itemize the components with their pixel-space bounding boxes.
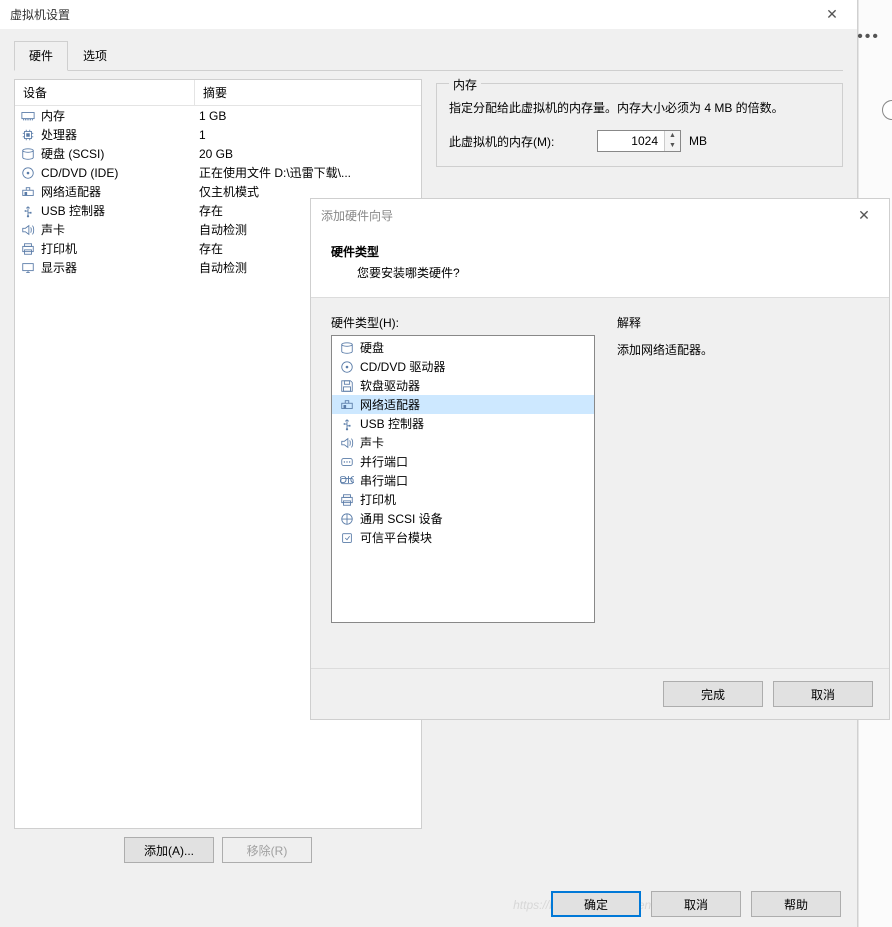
memory-unit: MB [689, 134, 707, 148]
hardware-type-item[interactable]: 可信平台模块 [332, 528, 594, 547]
hardware-type-label: 串行端口 [356, 472, 408, 489]
wizard-footer: 完成 取消 [311, 668, 889, 719]
device-summary: 正在使用文件 D:\迅雷下载\... [195, 164, 417, 181]
hardware-type-label: USB 控制器 [356, 415, 424, 432]
device-row[interactable]: 硬盘 (SCSI)20 GB [15, 144, 421, 163]
tpm-icon [338, 531, 356, 545]
device-row[interactable]: 内存1 GB [15, 106, 421, 125]
scsi-icon [338, 512, 356, 526]
wizard-titlebar: 添加硬件向导 ✕ [311, 199, 889, 231]
memory-spinner[interactable]: ▲▼ [597, 130, 681, 152]
hardware-type-label: 可信平台模块 [356, 529, 432, 546]
tab-hardware[interactable]: 硬件 [14, 41, 68, 71]
sound-icon [338, 436, 356, 450]
ok-button[interactable]: 确定 [551, 891, 641, 917]
wizard-close-icon[interactable]: ✕ [849, 207, 879, 224]
memory-input[interactable] [598, 131, 664, 151]
usb-icon [19, 204, 37, 218]
device-row[interactable]: CD/DVD (IDE)正在使用文件 D:\迅雷下载\... [15, 163, 421, 182]
explain-label: 解释 [617, 314, 869, 331]
spinner-down-icon[interactable]: ▼ [665, 141, 680, 151]
wizard-cancel-button[interactable]: 取消 [773, 681, 873, 707]
device-name: 处理器 [37, 126, 195, 143]
titlebar: 虚拟机设置 ✕ [0, 0, 857, 30]
device-name: 网络适配器 [37, 183, 195, 200]
explain-text: 添加网络适配器。 [617, 341, 869, 358]
memory-description: 指定分配给此虚拟机的内存量。内存大小必须为 4 MB 的倍数。 [449, 99, 830, 118]
hardware-type-item[interactable]: 串行端口 [332, 471, 594, 490]
hardware-type-item[interactable]: USB 控制器 [332, 414, 594, 433]
serial-icon [338, 474, 356, 488]
hardware-type-label: 硬件类型(H): [331, 314, 595, 331]
hardware-type-label: 声卡 [356, 434, 384, 451]
hardware-type-label: 网络适配器 [356, 396, 420, 413]
add-device-button[interactable]: 添加(A)... [124, 837, 214, 863]
usb-icon [338, 417, 356, 431]
device-name: USB 控制器 [37, 202, 195, 219]
close-icon[interactable]: ✕ [817, 6, 847, 23]
printer-icon [338, 493, 356, 507]
display-icon [19, 261, 37, 275]
disk-icon [19, 147, 37, 161]
disk-icon [338, 341, 356, 355]
cancel-button[interactable]: 取消 [651, 891, 741, 917]
device-list-header: 设备 摘要 [15, 80, 421, 106]
memory-fieldset: 内存 指定分配给此虚拟机的内存量。内存大小必须为 4 MB 的倍数。 此虚拟机的… [436, 83, 843, 167]
net-icon [338, 398, 356, 412]
wizard-header: 硬件类型 您要安装哪类硬件? [311, 231, 889, 298]
cpu-icon [19, 128, 37, 142]
net-icon [19, 185, 37, 199]
hardware-type-label: 打印机 [356, 491, 396, 508]
refresh-icon[interactable] [882, 100, 892, 120]
device-name: CD/DVD (IDE) [37, 166, 195, 180]
device-name: 内存 [37, 107, 195, 124]
memory-field-label: 此虚拟机的内存(M): [449, 133, 589, 150]
printer-icon [19, 242, 37, 256]
tabs: 硬件 选项 [14, 40, 843, 71]
cd-icon [338, 360, 356, 374]
help-button[interactable]: 帮助 [751, 891, 841, 917]
window-title: 虚拟机设置 [10, 6, 817, 23]
floppy-icon [338, 379, 356, 393]
remove-device-button[interactable]: 移除(R) [222, 837, 312, 863]
spinner-up-icon[interactable]: ▲ [665, 131, 680, 141]
hardware-type-item[interactable]: 并行端口 [332, 452, 594, 471]
hardware-type-item[interactable]: 通用 SCSI 设备 [332, 509, 594, 528]
wizard-subheading: 您要安装哪类硬件? [331, 264, 869, 281]
device-name: 打印机 [37, 240, 195, 257]
hardware-type-label: 软盘驱动器 [356, 377, 420, 394]
device-name: 硬盘 (SCSI) [37, 145, 195, 162]
device-name: 显示器 [37, 259, 195, 276]
wizard-title: 添加硬件向导 [321, 207, 849, 224]
header-device[interactable]: 设备 [15, 80, 195, 105]
wizard-heading: 硬件类型 [331, 243, 869, 260]
hardware-type-label: 并行端口 [356, 453, 408, 470]
hardware-type-item[interactable]: 打印机 [332, 490, 594, 509]
device-name: 声卡 [37, 221, 195, 238]
hardware-type-label: 硬盘 [356, 339, 384, 356]
device-row[interactable]: 处理器1 [15, 125, 421, 144]
hardware-type-item[interactable]: 声卡 [332, 433, 594, 452]
tab-options[interactable]: 选项 [68, 41, 122, 71]
hardware-type-label: CD/DVD 驱动器 [356, 358, 445, 375]
wizard-finish-button[interactable]: 完成 [663, 681, 763, 707]
parallel-icon [338, 455, 356, 469]
hardware-type-item[interactable]: 硬盘 [332, 338, 594, 357]
dialog-footer: 确定 取消 帮助 [551, 891, 841, 917]
hardware-type-label: 通用 SCSI 设备 [356, 510, 443, 527]
device-summary: 1 GB [195, 109, 417, 123]
memory-icon [19, 109, 37, 123]
hardware-type-list[interactable]: 硬盘 CD/DVD 驱动器软盘驱动器网络适配器 USB 控制器声卡并行端口串行端口打… [331, 335, 595, 623]
hardware-type-item[interactable]: 软盘驱动器 [332, 376, 594, 395]
sound-icon [19, 223, 37, 237]
device-summary: 20 GB [195, 147, 417, 161]
add-hardware-wizard: 添加硬件向导 ✕ 硬件类型 您要安装哪类硬件? 硬件类型(H): 硬盘 CD/DV… [310, 198, 890, 720]
device-summary: 1 [195, 128, 417, 142]
cd-icon [19, 166, 37, 180]
memory-legend: 内存 [449, 76, 481, 93]
hardware-type-item[interactable]: CD/DVD 驱动器 [332, 357, 594, 376]
header-summary[interactable]: 摘要 [195, 80, 421, 105]
hardware-type-item[interactable]: 网络适配器 [332, 395, 594, 414]
more-icon[interactable]: ••• [857, 28, 880, 46]
